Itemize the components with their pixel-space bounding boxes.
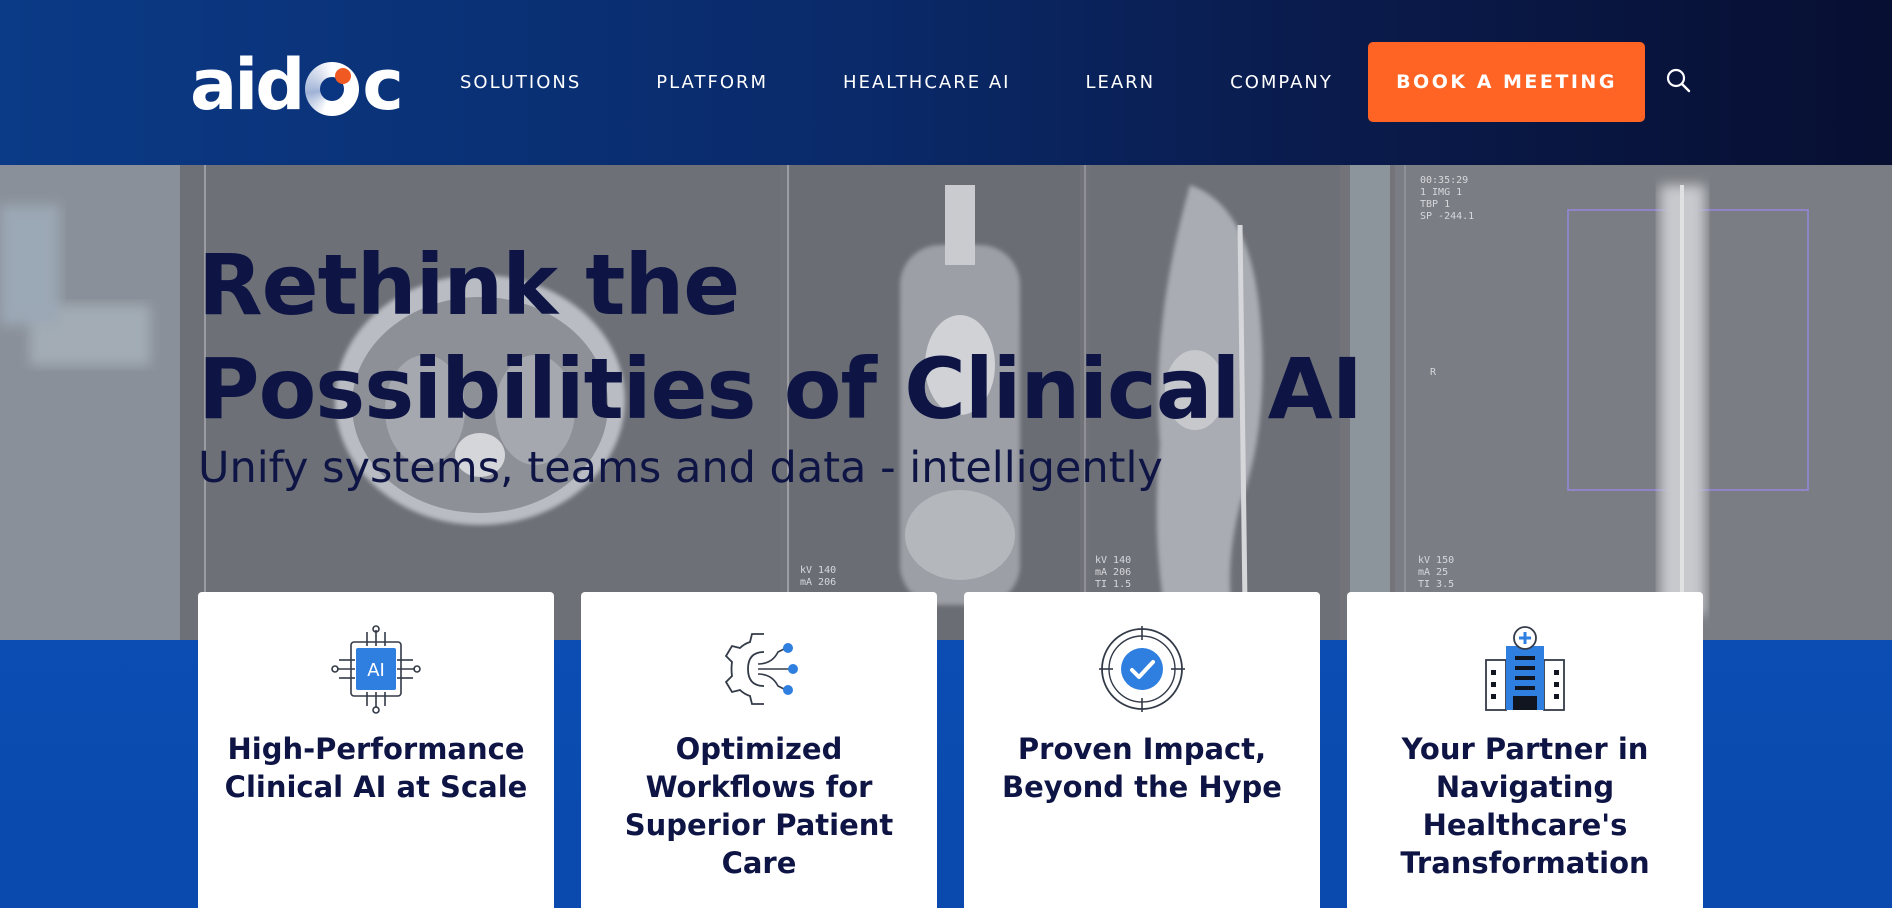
logo-o-mark xyxy=(305,62,360,116)
aidoc-logo[interactable]: aid c xyxy=(190,50,404,120)
nav-company[interactable]: COMPANY xyxy=(1230,72,1333,93)
svg-text:mA 206: mA 206 xyxy=(800,577,836,588)
nav-healthcare-ai[interactable]: HEALTHCARE AI xyxy=(843,72,1010,93)
svg-text:SP -244.1: SP -244.1 xyxy=(1420,211,1474,222)
svg-text:00:35:29: 00:35:29 xyxy=(1420,175,1468,186)
workflow-gear-icon xyxy=(724,633,798,705)
svg-text:TI 3.5: TI 3.5 xyxy=(1418,579,1454,590)
svg-text:mA 25: mA 25 xyxy=(1418,567,1448,578)
svg-text:mA 206: mA 206 xyxy=(1095,567,1131,578)
feature-cards: AI High-Performance Clinical AI at Scale… xyxy=(198,592,1704,908)
svg-text:TBP 1: TBP 1 xyxy=(1420,199,1450,210)
svg-text:kV 150: kV 150 xyxy=(1418,555,1454,566)
svg-text:kV 140: kV 140 xyxy=(1095,555,1131,566)
feature-title: Optimized Workflows for Superior Patient… xyxy=(624,732,894,880)
svg-text:AI: AI xyxy=(367,660,385,681)
hero-title-line-1: Rethink the xyxy=(198,236,740,334)
hero-section: 00:35:29 1 IMG 1 TBP 1 SP -244.1 kV 140 … xyxy=(0,165,1892,640)
target-check-icon xyxy=(1099,626,1185,712)
nav-platform[interactable]: PLATFORM xyxy=(656,72,768,93)
book-meeting-button[interactable]: BOOK A MEETING xyxy=(1368,42,1645,122)
feature-card-partner[interactable]: Your Partner in Navigating Healthcare's … xyxy=(1347,592,1703,908)
nav-solutions[interactable]: SOLUTIONS xyxy=(460,72,581,93)
ai-chip-icon: AI xyxy=(331,625,421,714)
hero-title-line-2: Possibilities of Clinical AI xyxy=(198,340,1363,438)
feature-card-proven-impact[interactable]: Proven Impact, Beyond the Hype xyxy=(964,592,1320,908)
hero-title: Rethink the Possibilities of Clinical AI xyxy=(198,233,1498,441)
feature-title: Your Partner in Navigating Healthcare's … xyxy=(1400,732,1650,880)
feature-card-optimized-workflows[interactable]: Optimized Workflows for Superior Patient… xyxy=(581,592,937,908)
feature-title: High-Performance Clinical AI at Scale xyxy=(224,732,528,804)
feature-card-ai-at-scale[interactable]: AI High-Performance Clinical AI at Scale xyxy=(198,592,554,908)
nav-learn[interactable]: LEARN xyxy=(1085,72,1155,93)
main-nav: SOLUTIONS PLATFORM HEALTHCARE AI LEARN C… xyxy=(460,0,1408,165)
svg-text:1 IMG 1: 1 IMG 1 xyxy=(1420,187,1462,198)
hero-subtitle: Unify systems, teams and data - intellig… xyxy=(198,443,1163,493)
svg-text:kV 140: kV 140 xyxy=(800,565,836,576)
feature-title: Proven Impact, Beyond the Hype xyxy=(1002,732,1282,804)
hospital-icon xyxy=(1485,626,1565,711)
svg-text:TI 1.5: TI 1.5 xyxy=(1095,579,1131,590)
search-icon[interactable] xyxy=(1665,67,1691,93)
site-header: aid c SOLUTIONS PLATFORM HEALTHCARE AI LE… xyxy=(0,0,1892,165)
